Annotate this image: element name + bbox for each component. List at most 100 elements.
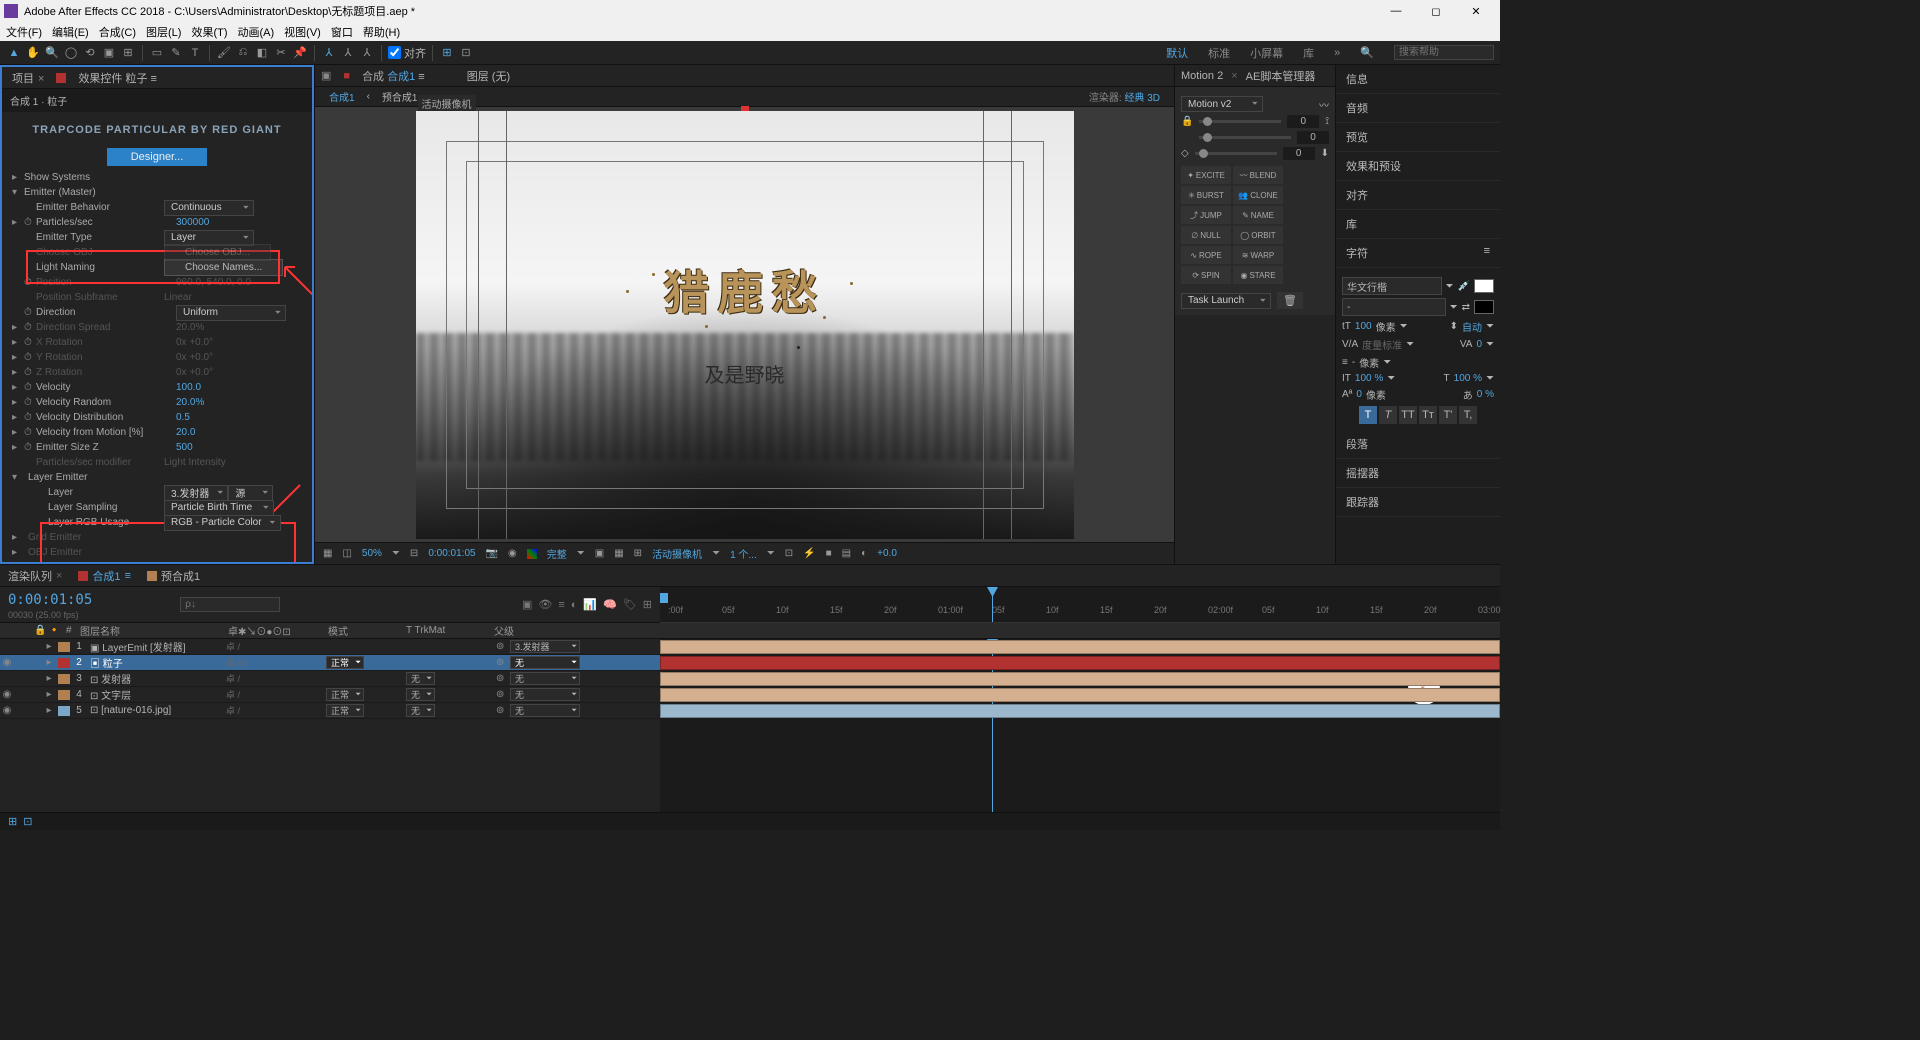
label-color-icon[interactable] bbox=[58, 674, 70, 684]
rotate-tool-icon[interactable]: ⟲ bbox=[82, 45, 98, 61]
tab-script[interactable]: AE脚本管理器 bbox=[1246, 68, 1316, 84]
pickwhip-icon[interactable]: ⊚ bbox=[496, 641, 510, 652]
faux-bold-button[interactable]: T bbox=[1359, 406, 1377, 424]
label-color-icon[interactable] bbox=[58, 658, 70, 668]
parent-dropdown[interactable]: 无 bbox=[510, 672, 580, 685]
expand-icon[interactable]: ▸ bbox=[42, 705, 56, 716]
search-icon[interactable]: 🔍 bbox=[1360, 46, 1374, 59]
designer-button[interactable]: Designer... bbox=[107, 148, 208, 166]
orbit-tool-icon[interactable]: ◯ bbox=[63, 45, 79, 61]
col-lock-icon[interactable]: 🔒 bbox=[30, 625, 44, 636]
current-time[interactable]: 0:00:01:05 bbox=[0, 590, 100, 610]
expand-icon[interactable]: ▸ bbox=[12, 547, 24, 558]
canvas[interactable]: 猎鹿愁 及是野晓 bbox=[416, 111, 1074, 539]
value-3[interactable]: 0 bbox=[1283, 147, 1315, 160]
channels-icon[interactable] bbox=[527, 549, 537, 559]
exposure-value[interactable]: +0.0 bbox=[877, 548, 897, 559]
expand-icon[interactable]: ▾ bbox=[12, 187, 24, 198]
btn-blend[interactable]: 〰 BLEND bbox=[1233, 166, 1283, 184]
flowchart-icon[interactable]: ▤ bbox=[842, 548, 851, 559]
blend-mode-dropdown[interactable]: 正常 bbox=[326, 704, 364, 717]
swap-icon[interactable]: ⇄ bbox=[1462, 302, 1470, 313]
btn-orbit[interactable]: ◯ ORBIT bbox=[1233, 226, 1283, 244]
blend-mode-dropdown[interactable]: 正常 bbox=[326, 688, 364, 701]
layer-name[interactable]: ▣ 粒子 bbox=[86, 655, 226, 670]
zoom-dropdown[interactable]: 50% bbox=[362, 548, 382, 559]
fill-swatch[interactable] bbox=[1474, 279, 1494, 293]
pps-value[interactable]: 300000 bbox=[176, 217, 209, 228]
visibility-icon[interactable]: ◉ bbox=[0, 657, 14, 668]
brush-tool-icon[interactable]: 🖌 bbox=[216, 45, 232, 61]
expand-icon[interactable]: ▾ bbox=[12, 472, 24, 483]
layer-row[interactable]: ▸1▣ LayerEmit [发射器]卓 /⊚3.发射器 bbox=[0, 639, 660, 655]
value-1[interactable]: 0 bbox=[1287, 115, 1319, 128]
transparency-icon[interactable]: ▦ bbox=[614, 548, 623, 559]
smallcaps-button[interactable]: Tт bbox=[1419, 406, 1437, 424]
tab-effects[interactable]: 效果控件 粒子 ≡ bbox=[74, 68, 161, 88]
timeline-icon[interactable]: ■ bbox=[826, 548, 832, 559]
time-display[interactable]: 0:00:01:05 bbox=[428, 548, 475, 559]
trkmat-dropdown[interactable]: 无 bbox=[406, 704, 435, 717]
parent-dropdown[interactable]: 无 bbox=[510, 656, 580, 669]
trkmat-dropdown[interactable]: 无 bbox=[406, 672, 435, 685]
snap-checkbox[interactable] bbox=[388, 46, 401, 59]
time-ruler[interactable]: :00f05f10f15f20f01:00f05f10f15f20f02:00f… bbox=[660, 587, 1500, 623]
btn-burst[interactable]: ✳ BURST bbox=[1181, 186, 1231, 204]
layer-bar[interactable] bbox=[660, 672, 1500, 686]
clone-tool-icon[interactable]: ⎌ bbox=[235, 45, 251, 61]
pickwhip-icon[interactable]: ⊚ bbox=[496, 657, 510, 668]
menu-effect[interactable]: 效果(T) bbox=[191, 24, 227, 40]
rect-tool-icon[interactable]: ▭ bbox=[149, 45, 165, 61]
brain-icon[interactable]: 🧠 bbox=[603, 598, 617, 611]
pickwhip-icon[interactable]: ⊚ bbox=[496, 705, 510, 716]
menu-help[interactable]: 帮助(H) bbox=[363, 24, 400, 40]
roto-tool-icon[interactable]: ✂ bbox=[273, 45, 289, 61]
expand-icon[interactable]: ▸ bbox=[42, 657, 56, 668]
layer-bar[interactable] bbox=[660, 704, 1500, 718]
direction-dropdown[interactable]: Uniform bbox=[176, 305, 286, 321]
btn-null[interactable]: ∅ NULL bbox=[1181, 226, 1231, 244]
mesh-icon[interactable]: ⊞ bbox=[439, 45, 455, 61]
channel-icon[interactable]: ◉ bbox=[508, 548, 517, 559]
vdist-value[interactable]: 0.5 bbox=[176, 412, 190, 423]
panel-character[interactable]: 字符≡ bbox=[1336, 239, 1500, 268]
zoom-tool-icon[interactable]: 🔍 bbox=[44, 45, 60, 61]
viewer[interactable]: 活动摄像机 猎鹿愁 及是野晓 bbox=[315, 107, 1174, 542]
maximize-button[interactable]: ◻ bbox=[1416, 5, 1456, 18]
region-icon[interactable]: ▣ bbox=[595, 548, 604, 559]
parent-dropdown[interactable]: 无 bbox=[510, 688, 580, 701]
menu-edit[interactable]: 编辑(E) bbox=[52, 24, 89, 40]
value-2[interactable]: 0 bbox=[1297, 131, 1329, 144]
mask-icon[interactable]: ◫ bbox=[342, 548, 351, 559]
tab-motion[interactable]: Motion 2 bbox=[1181, 70, 1223, 82]
pixel-icon[interactable]: ⊡ bbox=[785, 548, 793, 559]
stopwatch-icon[interactable]: ⏱ bbox=[24, 217, 36, 228]
lock-icon[interactable]: 🔒 bbox=[1181, 116, 1193, 127]
btn-rope[interactable]: ∿ ROPE bbox=[1181, 246, 1231, 264]
le-layer-dropdown[interactable]: 3.发射器 bbox=[164, 485, 228, 501]
chevron-left-icon[interactable]: ‹ bbox=[367, 91, 370, 102]
panel-presets[interactable]: 效果和预设 bbox=[1336, 152, 1500, 181]
panel-align[interactable]: 对齐 bbox=[1336, 181, 1500, 210]
btn-excite[interactable]: ✦ EXCITE bbox=[1181, 166, 1231, 184]
tab-project[interactable]: 项目× bbox=[8, 68, 48, 88]
axis-local-icon[interactable]: ⅄ bbox=[321, 45, 337, 61]
workspace-standard[interactable]: 标准 bbox=[1208, 45, 1230, 61]
panel-tracker[interactable]: 跟踪器 bbox=[1336, 488, 1500, 517]
layer-row[interactable]: ◉▸5⊡ [nature-016.jpg]卓 /正常无⊚无 bbox=[0, 703, 660, 719]
slider-1[interactable] bbox=[1199, 120, 1281, 123]
timeline-search[interactable] bbox=[180, 597, 280, 612]
in-point-marker[interactable] bbox=[660, 593, 668, 603]
layer-name[interactable]: ⊡ [nature-016.jpg] bbox=[86, 705, 226, 716]
panel-audio[interactable]: 音频 bbox=[1336, 94, 1500, 123]
layer-row[interactable]: ◉▸4⊡ 文字层卓 /正常无⊚无 bbox=[0, 687, 660, 703]
guides-icon[interactable]: ⊞ bbox=[634, 548, 642, 559]
panel-library[interactable]: 库 bbox=[1336, 210, 1500, 239]
layer-row[interactable]: ◉▸2▣ 粒子卓 /fx正常⊚无 bbox=[0, 655, 660, 671]
slider-2[interactable] bbox=[1199, 136, 1291, 139]
tab-layer[interactable]: 图层 (无) bbox=[467, 68, 510, 84]
toggle-modes-icon[interactable]: ⊡ bbox=[23, 815, 32, 828]
panel-wiggler[interactable]: 摇摆器 bbox=[1336, 459, 1500, 488]
faux-italic-button[interactable]: T bbox=[1379, 406, 1397, 424]
panel-preview[interactable]: 预览 bbox=[1336, 123, 1500, 152]
